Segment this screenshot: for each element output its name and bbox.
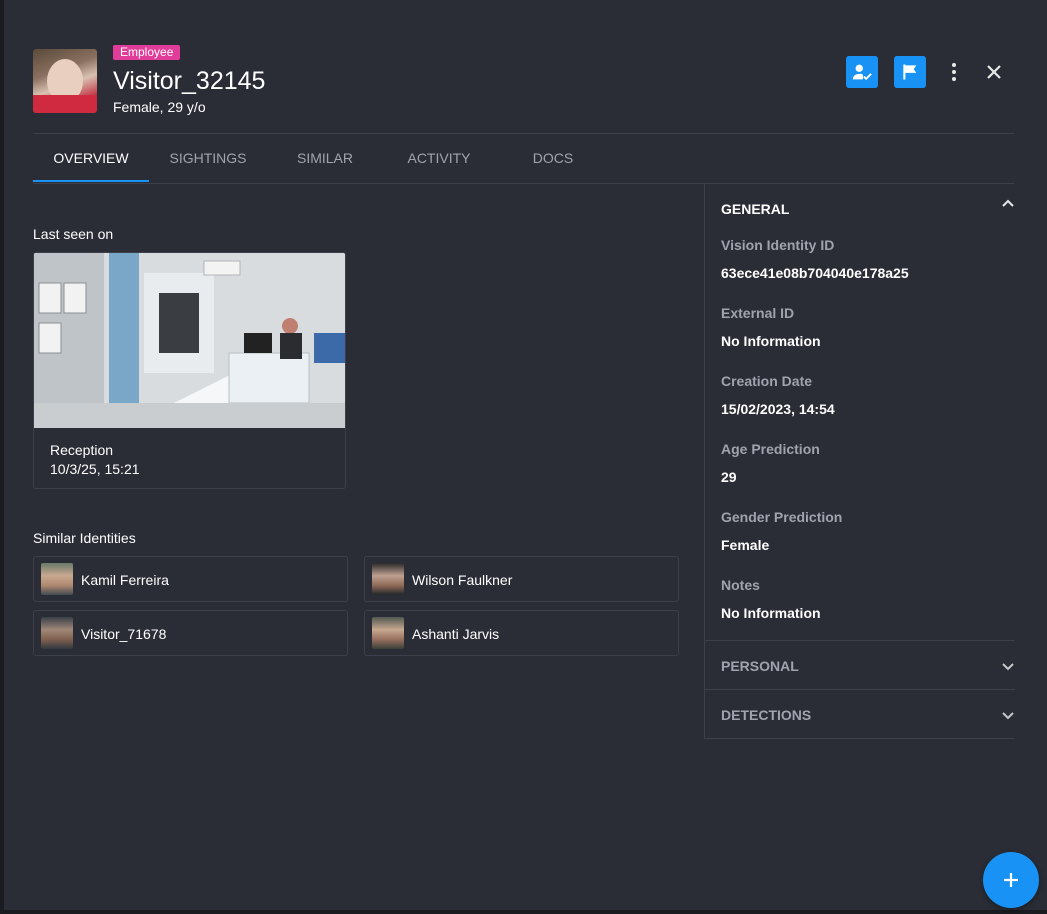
identity-name: Visitor_32145: [113, 67, 266, 95]
flag-icon: [903, 64, 917, 80]
field-label: Notes: [721, 577, 760, 593]
similar-avatar: [372, 617, 404, 649]
similar-name: Ashanti Jarvis: [412, 626, 500, 642]
chevron-down-icon[interactable]: [1001, 708, 1015, 722]
flag-button[interactable]: [894, 56, 926, 88]
last-seen-label: Last seen on: [33, 226, 114, 242]
tab-overview[interactable]: OVERVIEW: [33, 134, 149, 182]
field-label: Creation Date: [721, 373, 813, 389]
section-divider: [705, 689, 1015, 690]
similar-identity-card[interactable]: Kamil Ferreira: [33, 556, 348, 602]
tab-activity[interactable]: ACTIVITY: [389, 134, 489, 182]
tab-bar: OVERVIEW SIGHTINGS SIMILAR ACTIVITY DOCS: [33, 134, 1014, 184]
person-check-icon: [852, 64, 872, 81]
similar-identity-card[interactable]: Wilson Faulkner: [364, 556, 679, 602]
plus-icon: [1004, 873, 1018, 887]
identity-subtitle: Female, 29 y/o: [113, 99, 206, 115]
field-label: Gender Prediction: [721, 509, 843, 525]
notes: No Information: [721, 605, 821, 621]
camera-snapshot: [34, 253, 345, 428]
details-panel: GENERAL Vision Identity ID 63ece41e08b70…: [704, 183, 1015, 739]
field-label: Vision Identity ID: [721, 237, 835, 253]
tab-docs[interactable]: DOCS: [503, 134, 603, 182]
active-tab-indicator: [33, 180, 149, 182]
vision-identity-id: 63ece41e08b704040e178a25: [721, 265, 909, 281]
similar-name: Wilson Faulkner: [412, 572, 513, 588]
similar-identity-card[interactable]: Visitor_71678: [33, 610, 348, 656]
similar-avatar: [41, 617, 73, 649]
similar-identities-label: Similar Identities: [33, 530, 136, 546]
general-section-title[interactable]: GENERAL: [721, 201, 789, 217]
section-divider: [705, 640, 1015, 641]
field-label: Age Prediction: [721, 441, 820, 457]
similar-name: Visitor_71678: [81, 626, 167, 642]
camera-name: Reception: [50, 442, 114, 458]
field-label: External ID: [721, 305, 795, 321]
similar-avatar: [41, 563, 73, 595]
similar-name: Kamil Ferreira: [81, 572, 169, 588]
external-id: No Information: [721, 333, 821, 349]
role-badge: Employee: [113, 45, 181, 60]
avatar: [33, 49, 97, 113]
tab-similar[interactable]: SIMILAR: [273, 134, 377, 182]
chevron-down-icon[interactable]: [1001, 659, 1015, 673]
detections-section-title[interactable]: DETECTIONS: [721, 707, 811, 723]
creation-date: 15/02/2023, 14:54: [721, 401, 835, 417]
gender-prediction: Female: [721, 537, 770, 553]
add-button[interactable]: [983, 852, 1039, 908]
more-vertical-icon[interactable]: [942, 58, 966, 86]
similar-identity-card[interactable]: Ashanti Jarvis: [364, 610, 679, 656]
seen-datetime: 10/3/25, 15:21: [50, 461, 140, 477]
last-seen-card[interactable]: Reception 10/3/25, 15:21: [33, 252, 346, 489]
close-icon[interactable]: [981, 59, 1007, 85]
chevron-up-icon[interactable]: [1001, 197, 1015, 211]
tab-sightings[interactable]: SIGHTINGS: [153, 134, 263, 182]
similar-avatar: [372, 563, 404, 595]
verify-button[interactable]: [846, 56, 878, 88]
age-prediction: 29: [721, 469, 737, 485]
personal-section-title[interactable]: PERSONAL: [721, 658, 799, 674]
